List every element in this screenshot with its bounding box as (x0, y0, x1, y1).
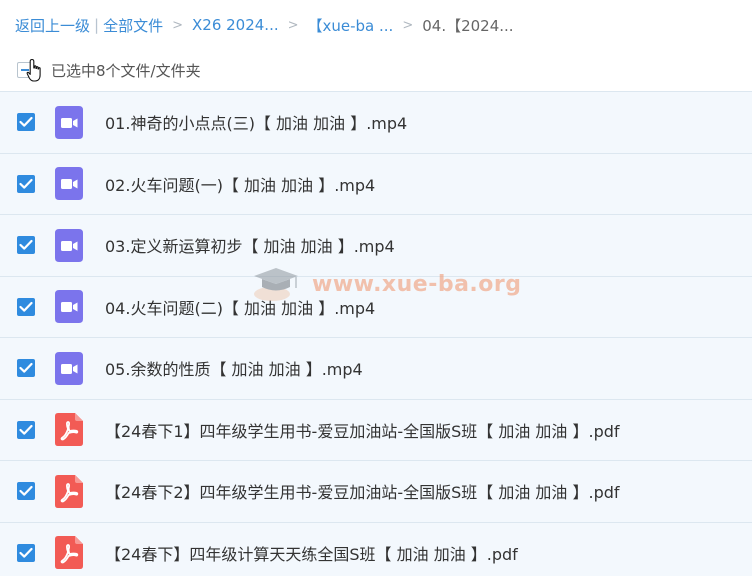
file-row[interactable]: 03.定义新运算初步【 加油 加油 】.mp4 (0, 214, 752, 276)
video-file-icon (55, 105, 83, 139)
breadcrumb: 返回上一级 | 全部文件 > X26 2024... > 【xue-ba ...… (0, 0, 752, 50)
file-row[interactable]: 【24春下2】四年级学生用书-爱豆加油站-全国版S班【 加油 加油 】.pdf (0, 460, 752, 522)
row-checkbox-checked[interactable] (17, 236, 35, 255)
file-name[interactable]: 03.定义新运算初步【 加油 加油 】.mp4 (105, 233, 395, 257)
pdf-file-icon (55, 413, 83, 447)
row-checkbox-checked[interactable] (17, 543, 35, 562)
video-file-icon (55, 228, 83, 262)
back-link[interactable]: 返回上一级 (15, 15, 90, 36)
video-file-icon (55, 351, 83, 385)
selection-bar: 已选中8个文件/文件夹 (0, 50, 752, 90)
file-name[interactable]: 02.火车问题(一)【 加油 加油 】.mp4 (105, 172, 375, 196)
row-checkbox-checked[interactable] (17, 113, 35, 132)
row-checkbox-checked[interactable] (17, 482, 35, 501)
file-row[interactable]: 05.余数的性质【 加油 加油 】.mp4 (0, 337, 752, 399)
pdf-file-icon (55, 474, 83, 508)
file-row[interactable]: 02.火车问题(一)【 加油 加油 】.mp4 (0, 152, 752, 214)
file-list: 01.神奇的小点点(三)【 加油 加油 】.mp4 02.火车问题(一)【 加油… (0, 91, 752, 576)
video-file-icon (55, 290, 83, 324)
file-name[interactable]: 【24春下1】四年级学生用书-爱豆加油站-全国版S班【 加油 加油 】.pdf (105, 418, 620, 442)
file-name[interactable]: 【24春下】四年级计算天天练全国S班【 加油 加油 】.pdf (105, 541, 518, 565)
video-file-icon (55, 167, 83, 201)
file-name[interactable]: 【24春下2】四年级学生用书-爱豆加油站-全国版S班【 加油 加油 】.pdf (105, 479, 620, 503)
file-row[interactable]: 01.神奇的小点点(三)【 加油 加油 】.mp4 (0, 91, 752, 153)
pdf-file-icon (55, 536, 83, 570)
row-checkbox-checked[interactable] (17, 297, 35, 316)
file-row[interactable]: 【24春下】四年级计算天天练全国S班【 加油 加油 】.pdf (0, 521, 752, 576)
file-name[interactable]: 01.神奇的小点点(三)【 加油 加油 】.mp4 (105, 110, 407, 134)
file-row[interactable]: 【24春下1】四年级学生用书-爱豆加油站-全国版S班【 加油 加油 】.pdf (0, 398, 752, 460)
hand-cursor-icon (26, 58, 41, 82)
chevron-right-icon: > (172, 17, 183, 33)
all-files-link[interactable]: 全部文件 (103, 15, 163, 36)
breadcrumb-current: 04.【2024... (422, 16, 514, 35)
chevron-right-icon: > (402, 17, 414, 33)
file-name[interactable]: 04.火车问题(二)【 加油 加油 】.mp4 (105, 295, 375, 319)
breadcrumb-item-xueba[interactable]: 【xue-ba ... (308, 15, 394, 36)
file-name[interactable]: 05.余数的性质【 加油 加油 】.mp4 (105, 356, 363, 380)
selection-count-text: 已选中8个文件/文件夹 (51, 61, 201, 80)
chevron-right-icon: > (287, 17, 299, 33)
row-checkbox-checked[interactable] (17, 420, 35, 439)
row-checkbox-checked[interactable] (17, 174, 35, 193)
row-checkbox-checked[interactable] (17, 359, 35, 378)
file-row[interactable]: 04.火车问题(二)【 加油 加油 】.mp4 (0, 275, 752, 337)
breadcrumb-divider: | (94, 16, 100, 34)
breadcrumb-item-x26[interactable]: X26 2024... (192, 16, 279, 34)
